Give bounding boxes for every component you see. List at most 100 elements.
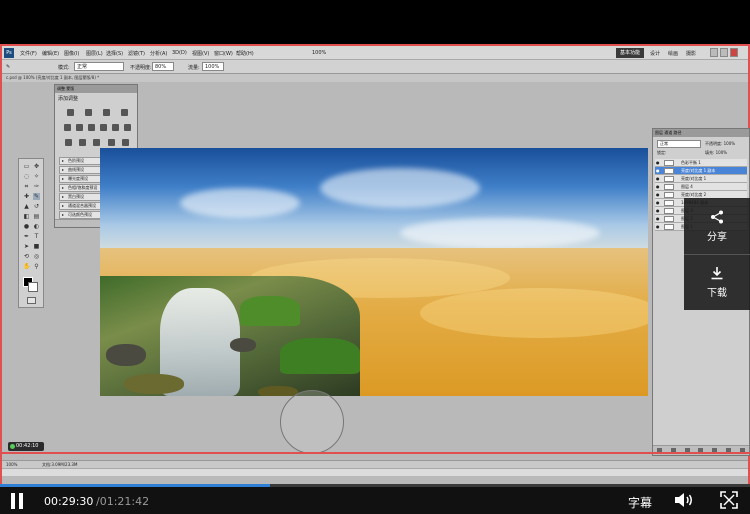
minimize-button[interactable] <box>710 48 718 57</box>
menu-view[interactable]: 视图(V) <box>192 50 209 57</box>
visibility-eye-icon[interactable]: ● <box>656 208 661 213</box>
lasso-tool-icon[interactable]: ◌ <box>23 173 30 180</box>
layer-row[interactable]: ● 亮度/对比度 1 副本 <box>655 167 747 175</box>
blend-mode-select[interactable]: 正常 <box>657 140 701 148</box>
type-tool-icon[interactable]: T <box>33 233 40 240</box>
menu-window[interactable]: 窗口(W) <box>214 50 233 57</box>
workspace-painting[interactable]: 绘画 <box>668 50 678 57</box>
layer-thumbnail <box>664 208 674 214</box>
layer-fill-value[interactable]: 100% <box>716 150 727 155</box>
dune <box>420 288 648 338</box>
visibility-eye-icon[interactable]: ● <box>656 192 661 197</box>
hand-tool-icon[interactable]: ✋ <box>23 263 30 270</box>
document-tab[interactable]: c.psd @ 100% (亮度/对比度 1 副本, 图层蒙版/8) * <box>2 74 748 82</box>
menu-select[interactable]: 选择(S) <box>106 50 123 57</box>
visibility-eye-icon[interactable]: ● <box>656 200 661 205</box>
zoom-tool-icon[interactable]: ⚲ <box>33 263 40 270</box>
layers-tabs[interactable]: 图层 通道 路径 <box>653 129 749 137</box>
brush-cursor-circle <box>280 390 344 454</box>
mode-label: 模式: <box>58 65 70 71</box>
volume-button[interactable] <box>674 492 694 508</box>
gradient-icon[interactable]: ▤ <box>33 213 40 220</box>
adjustment-icons-row-2[interactable] <box>61 122 133 132</box>
adjustments-tabs[interactable]: 调整 蒙版 <box>55 85 137 93</box>
layer-row[interactable]: ● 亮度/对比度 1 <box>655 175 747 183</box>
workspace-essentials-button[interactable]: 基本功能 <box>616 48 644 58</box>
visibility-eye-icon[interactable]: ● <box>656 224 661 229</box>
rock <box>124 374 184 394</box>
layer-fill[interactable]: 填充: 100% <box>705 150 727 156</box>
player-controls: 00:29:30 /01:21:42 字幕 <box>0 487 750 514</box>
eyedropper-icon[interactable]: ✑ <box>33 183 40 190</box>
visibility-eye-icon[interactable]: ● <box>656 184 661 189</box>
menu-bar: Ps 文件(F) 编辑(E) 图像(I) 图层(L) 选择(S) 滤镜(T) 分… <box>2 46 748 60</box>
crop-tool-icon[interactable]: ⌗ <box>23 183 30 190</box>
layer-thumbnail <box>664 184 674 190</box>
history-brush-icon[interactable]: ↺ <box>33 203 40 210</box>
recording-dot-icon <box>10 444 15 449</box>
visibility-eye-icon[interactable]: ● <box>656 168 661 173</box>
layer-row[interactable]: ● 图层 4 <box>655 183 747 191</box>
adjustment-icons-row-1[interactable] <box>61 107 133 117</box>
close-button[interactable] <box>730 48 738 57</box>
shape-tool-icon[interactable]: ■ <box>33 243 40 250</box>
share-panel: 分享 下载 <box>684 198 750 310</box>
3d-camera-icon[interactable]: ◎ <box>33 253 40 260</box>
cloud <box>400 218 600 248</box>
mode-select[interactable]: 正常 <box>74 62 124 71</box>
layer-opacity-value[interactable]: 100% <box>724 141 735 146</box>
flow-input[interactable]: 100% <box>202 62 224 71</box>
visibility-eye-icon[interactable]: ● <box>656 176 661 181</box>
blur-tool-icon[interactable]: ● <box>23 223 30 230</box>
workspace-photography[interactable]: 摄影 <box>686 50 696 57</box>
layer-name: 亮度/对比度 1 副本 <box>681 168 716 173</box>
flow-label: 流量: <box>188 65 200 71</box>
layer-thumbnail <box>664 176 674 182</box>
brush-icon[interactable]: ✎ <box>33 193 40 200</box>
visibility-eye-icon[interactable]: ● <box>656 216 661 221</box>
menu-filter[interactable]: 滤镜(T) <box>128 50 145 57</box>
menu-image[interactable]: 图像(I) <box>64 50 79 57</box>
background-color-swatch[interactable] <box>28 282 38 292</box>
options-bar: ✎ 模式: 正常 不透明度: 80% 流量: 100% <box>2 60 748 74</box>
rock <box>258 386 298 396</box>
quick-mask-icon[interactable] <box>27 297 36 304</box>
eraser-icon[interactable]: ◧ <box>23 213 30 220</box>
stamp-tool-icon[interactable]: ▲ <box>23 203 30 210</box>
workspace-design[interactable]: 设计 <box>650 50 660 57</box>
visibility-eye-icon[interactable]: ● <box>656 160 661 165</box>
volume-icon <box>675 493 692 507</box>
fullscreen-button[interactable] <box>720 491 738 509</box>
dodge-tool-icon[interactable]: ◐ <box>33 223 40 230</box>
marquee-tool-icon[interactable]: ▭ <box>23 163 30 170</box>
menu-3d[interactable]: 3D(D) <box>172 50 187 56</box>
healing-tool-icon[interactable]: ✚ <box>23 193 30 200</box>
pen-tool-icon[interactable]: ✒ <box>23 233 30 240</box>
magic-wand-icon[interactable]: ✧ <box>33 173 40 180</box>
pause-button[interactable] <box>10 493 24 509</box>
menu-file[interactable]: 文件(F) <box>20 50 37 57</box>
letterbox-top <box>0 0 750 44</box>
layer-thumbnail <box>664 160 674 166</box>
path-select-icon[interactable]: ➤ <box>23 243 30 250</box>
menu-edit[interactable]: 编辑(E) <box>42 50 59 57</box>
adjustments-title: 添加调整 <box>58 96 79 102</box>
adjustment-icons-row-3[interactable] <box>61 137 133 147</box>
opacity-input[interactable]: 80% <box>152 62 174 71</box>
rock <box>106 344 146 366</box>
menu-help[interactable]: 帮助(H) <box>236 50 254 57</box>
horizontal-scrollbar[interactable] <box>2 468 748 476</box>
layer-opacity[interactable]: 不透明度: 100% <box>705 141 735 147</box>
move-tool-icon[interactable]: ✥ <box>33 163 40 170</box>
menu-layer[interactable]: 图层(L) <box>86 50 103 57</box>
document-canvas[interactable] <box>100 148 648 396</box>
download-button[interactable]: 下载 <box>684 254 750 310</box>
menu-analysis[interactable]: 分析(A) <box>150 50 167 57</box>
brush-tool-icon[interactable]: ✎ <box>6 64 10 70</box>
layer-row[interactable]: ● 色彩平衡 1 <box>655 159 747 167</box>
share-button[interactable]: 分享 <box>684 198 750 254</box>
subtitle-button[interactable]: 字幕 <box>628 494 652 511</box>
zoom-level[interactable]: 100% <box>312 50 326 56</box>
maximize-button[interactable] <box>720 48 728 57</box>
3d-rotate-icon[interactable]: ⟲ <box>23 253 30 260</box>
